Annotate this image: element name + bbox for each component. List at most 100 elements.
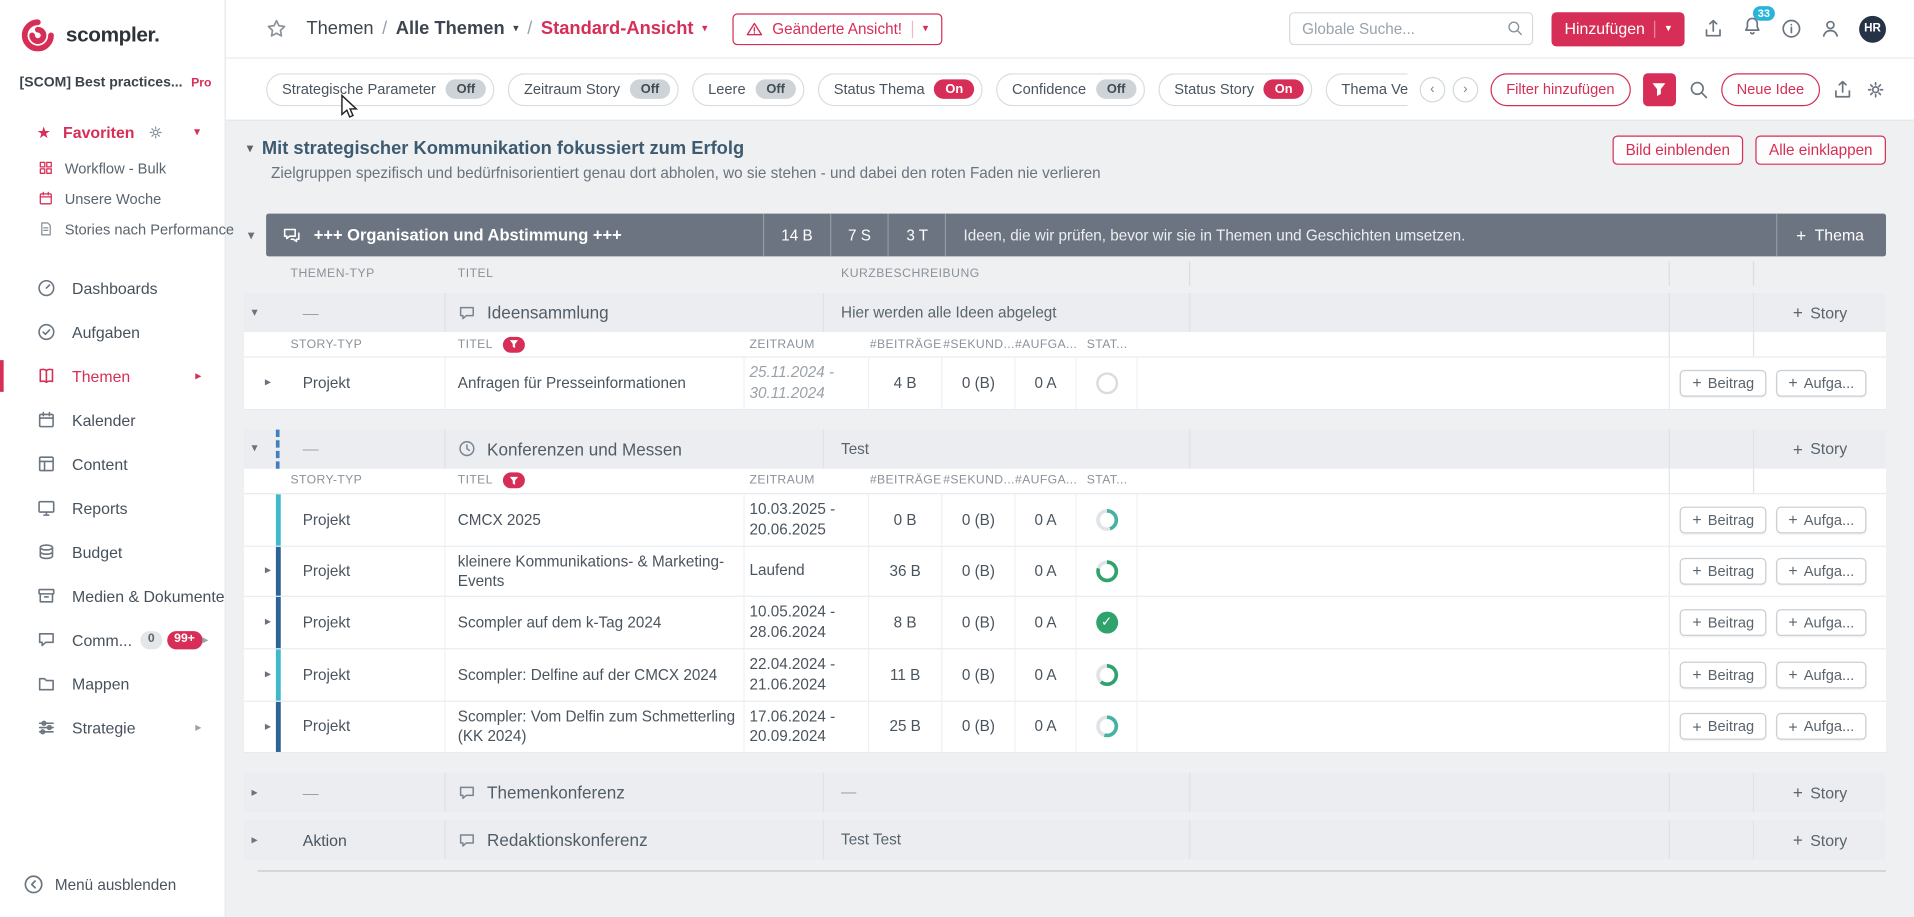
theme-row[interactable]: ▾ — Konferenzen und Messen Test + Story	[244, 429, 1886, 468]
theme-title[interactable]: Ideensammlung	[487, 303, 609, 323]
theme-title[interactable]: Themenkonferenz	[487, 783, 625, 803]
gear-icon[interactable]	[1865, 79, 1886, 100]
story-title[interactable]: Scompler auf dem k-Tag 2024	[446, 597, 745, 648]
theme-row[interactable]: ▸ Aktion Redaktionskonferenz Test Test +…	[244, 821, 1886, 860]
add-task-button[interactable]: + Aufga...	[1776, 506, 1866, 533]
expand-chevron-icon[interactable]: ▸	[265, 720, 271, 733]
expand-chevron-icon[interactable]: ▸	[265, 616, 271, 629]
changed-view-button[interactable]: Geänderte Ansicht! ▾	[732, 13, 942, 45]
add-story-button[interactable]: + Story	[1793, 783, 1847, 801]
share-icon[interactable]	[1703, 18, 1724, 39]
filter-chip-zeitraum-story[interactable]: Zeitraum Story Off	[508, 73, 679, 106]
filter-chip-leere[interactable]: Leere Off	[692, 73, 804, 106]
sidebar-item-content[interactable]: Content	[0, 442, 225, 486]
search-input[interactable]	[1289, 12, 1533, 45]
favorite-item[interactable]: Unsere Woche	[0, 183, 225, 214]
filter-chip-thema-verantwortliche[interactable]: Thema Verantwortliche	[1326, 73, 1408, 106]
story-row[interactable]: ▸ Projekt Scompler auf dem k-Tag 2024 10…	[244, 597, 1886, 649]
story-title[interactable]: CMCX 2025	[446, 494, 745, 545]
section-collapse-icon[interactable]: ▾	[248, 227, 255, 243]
expand-chevron-icon[interactable]: ▸	[265, 564, 271, 577]
chevron-down-icon[interactable]: ▾	[194, 125, 200, 138]
filter-chip-status-story[interactable]: Status Story On	[1158, 73, 1312, 106]
expand-chevron-icon[interactable]: ▾	[251, 306, 257, 319]
show-image-button[interactable]: Bild einblenden	[1612, 135, 1743, 164]
story-row[interactable]: ▸ Projekt Scompler: Vom Delfin zum Schme…	[244, 701, 1886, 753]
sidebar-item-mappen[interactable]: Mappen	[0, 662, 225, 706]
sidebar-item-budget[interactable]: Budget	[0, 530, 225, 574]
user-icon[interactable]	[1820, 18, 1841, 39]
favorite-view-star-icon[interactable]	[266, 18, 287, 39]
story-row[interactable]: ▸ Projekt Anfragen für Presseinformation…	[244, 358, 1886, 410]
add-post-button[interactable]: + Beitrag	[1680, 506, 1766, 533]
sidebar-item-themen[interactable]: Themen ▸	[0, 354, 225, 398]
theme-row[interactable]: ▸ — Themenkonferenz — + Story	[244, 773, 1886, 812]
search-icon[interactable]	[1506, 20, 1523, 37]
add-button[interactable]: Hinzufügen ▾	[1551, 12, 1684, 46]
filter-state-badge[interactable]: Off	[755, 79, 795, 99]
add-story-button[interactable]: + Story	[1793, 303, 1847, 321]
theme-title[interactable]: Redaktionskonferenz	[487, 830, 648, 850]
filter-funnel-button[interactable]	[1643, 73, 1676, 106]
add-post-button[interactable]: + Beitrag	[1680, 558, 1766, 585]
chevron-down-icon[interactable]: ▾	[702, 23, 708, 34]
new-idea-button[interactable]: Neue Idee	[1721, 73, 1820, 106]
sidebar-item-comm[interactable]: Comm... 099+ ▸	[0, 618, 225, 662]
avatar[interactable]: HR	[1859, 15, 1886, 42]
add-filter-button[interactable]: Filter hinzufügen	[1490, 73, 1630, 106]
add-task-button[interactable]: + Aufga...	[1776, 713, 1866, 740]
expand-chevron-icon[interactable]: ▸	[251, 786, 257, 799]
expand-chevron-icon[interactable]: ▾	[251, 442, 257, 455]
theme-row[interactable]: ▾ — Ideensammlung Hier werden alle Ideen…	[244, 293, 1886, 332]
add-story-button[interactable]: + Story	[1793, 831, 1847, 849]
add-post-button[interactable]: + Beitrag	[1680, 661, 1766, 688]
expand-chevron-icon[interactable]: ▸	[265, 668, 271, 681]
export-icon[interactable]	[1832, 79, 1853, 100]
gear-icon[interactable]	[148, 124, 164, 140]
filter-state-badge[interactable]: Off	[630, 79, 670, 99]
sidebar-item-strategie[interactable]: Strategie ▸	[0, 706, 225, 750]
workspace-switcher[interactable]: [SCOM] Best practices... Pro	[0, 56, 225, 90]
chevron-left-icon[interactable]: ‹	[1420, 76, 1446, 102]
info-icon[interactable]	[1781, 18, 1802, 39]
story-row[interactable]: Projekt CMCX 2025 10.03.2025 - 20.06.202…	[244, 494, 1886, 546]
story-row[interactable]: ▸ Projekt kleinere Kommunikations- & Mar…	[244, 546, 1886, 597]
search-icon[interactable]	[1688, 79, 1709, 100]
titel-filter-icon[interactable]	[503, 473, 525, 489]
sidebar-item-dashboards[interactable]: Dashboards	[0, 266, 225, 310]
expand-chevron-icon[interactable]: ▸	[251, 833, 257, 846]
add-task-button[interactable]: + Aufga...	[1776, 609, 1866, 636]
add-post-button[interactable]: + Beitrag	[1680, 713, 1766, 740]
story-title[interactable]: Anfragen für Presseinformationen	[446, 358, 745, 409]
filter-state-badge[interactable]: Off	[1096, 79, 1136, 99]
breadcrumb-view[interactable]: Standard-Ansicht	[541, 18, 694, 39]
filter-state-badge[interactable]: On	[934, 79, 974, 99]
favorites-header[interactable]: ★ Favoriten ▾	[0, 120, 225, 144]
story-title[interactable]: kleinere Kommunikations- & Marketing-Eve…	[446, 546, 745, 595]
chevron-right-icon[interactable]: ›	[1452, 76, 1478, 102]
hide-menu-button[interactable]: Menü ausblenden	[0, 874, 225, 917]
add-theme-button[interactable]: + Thema	[1777, 214, 1886, 257]
filter-state-badge[interactable]: Off	[446, 79, 486, 99]
story-title[interactable]: Scompler: Delfine auf der CMCX 2024	[446, 649, 745, 700]
story-row[interactable]: ▸ Projekt Scompler: Delfine auf der CMCX…	[244, 649, 1886, 701]
titel-filter-icon[interactable]	[503, 336, 525, 352]
story-title[interactable]: Scompler: Vom Delfin zum Schmetterling (…	[446, 701, 745, 752]
filter-chip-status-thema[interactable]: Status Thema On	[818, 73, 983, 106]
sidebar-item-medien-dokumente[interactable]: Medien & Dokumente	[0, 574, 225, 618]
collapse-all-button[interactable]: Alle einklappen	[1756, 135, 1886, 164]
breadcrumb-list[interactable]: Alle Themen	[396, 18, 505, 39]
filter-chip-strategische-parameter[interactable]: Strategische Parameter Off	[266, 73, 495, 106]
brand-logo[interactable]: scompler.	[0, 0, 225, 56]
add-story-button[interactable]: + Story	[1793, 440, 1847, 458]
collapse-chevron-icon[interactable]: ▾	[247, 140, 254, 156]
add-task-button[interactable]: + Aufga...	[1776, 661, 1866, 688]
sidebar-item-aufgaben[interactable]: Aufgaben	[0, 310, 225, 354]
add-post-button[interactable]: + Beitrag	[1680, 609, 1766, 636]
filter-state-badge[interactable]: On	[1264, 79, 1304, 99]
expand-chevron-icon[interactable]: ▸	[265, 376, 271, 389]
sidebar-item-kalender[interactable]: Kalender	[0, 398, 225, 442]
breadcrumb-section[interactable]: Themen	[306, 18, 373, 39]
theme-title[interactable]: Konferenzen und Messen	[487, 439, 682, 459]
chevron-down-icon[interactable]: ▾	[513, 23, 519, 34]
